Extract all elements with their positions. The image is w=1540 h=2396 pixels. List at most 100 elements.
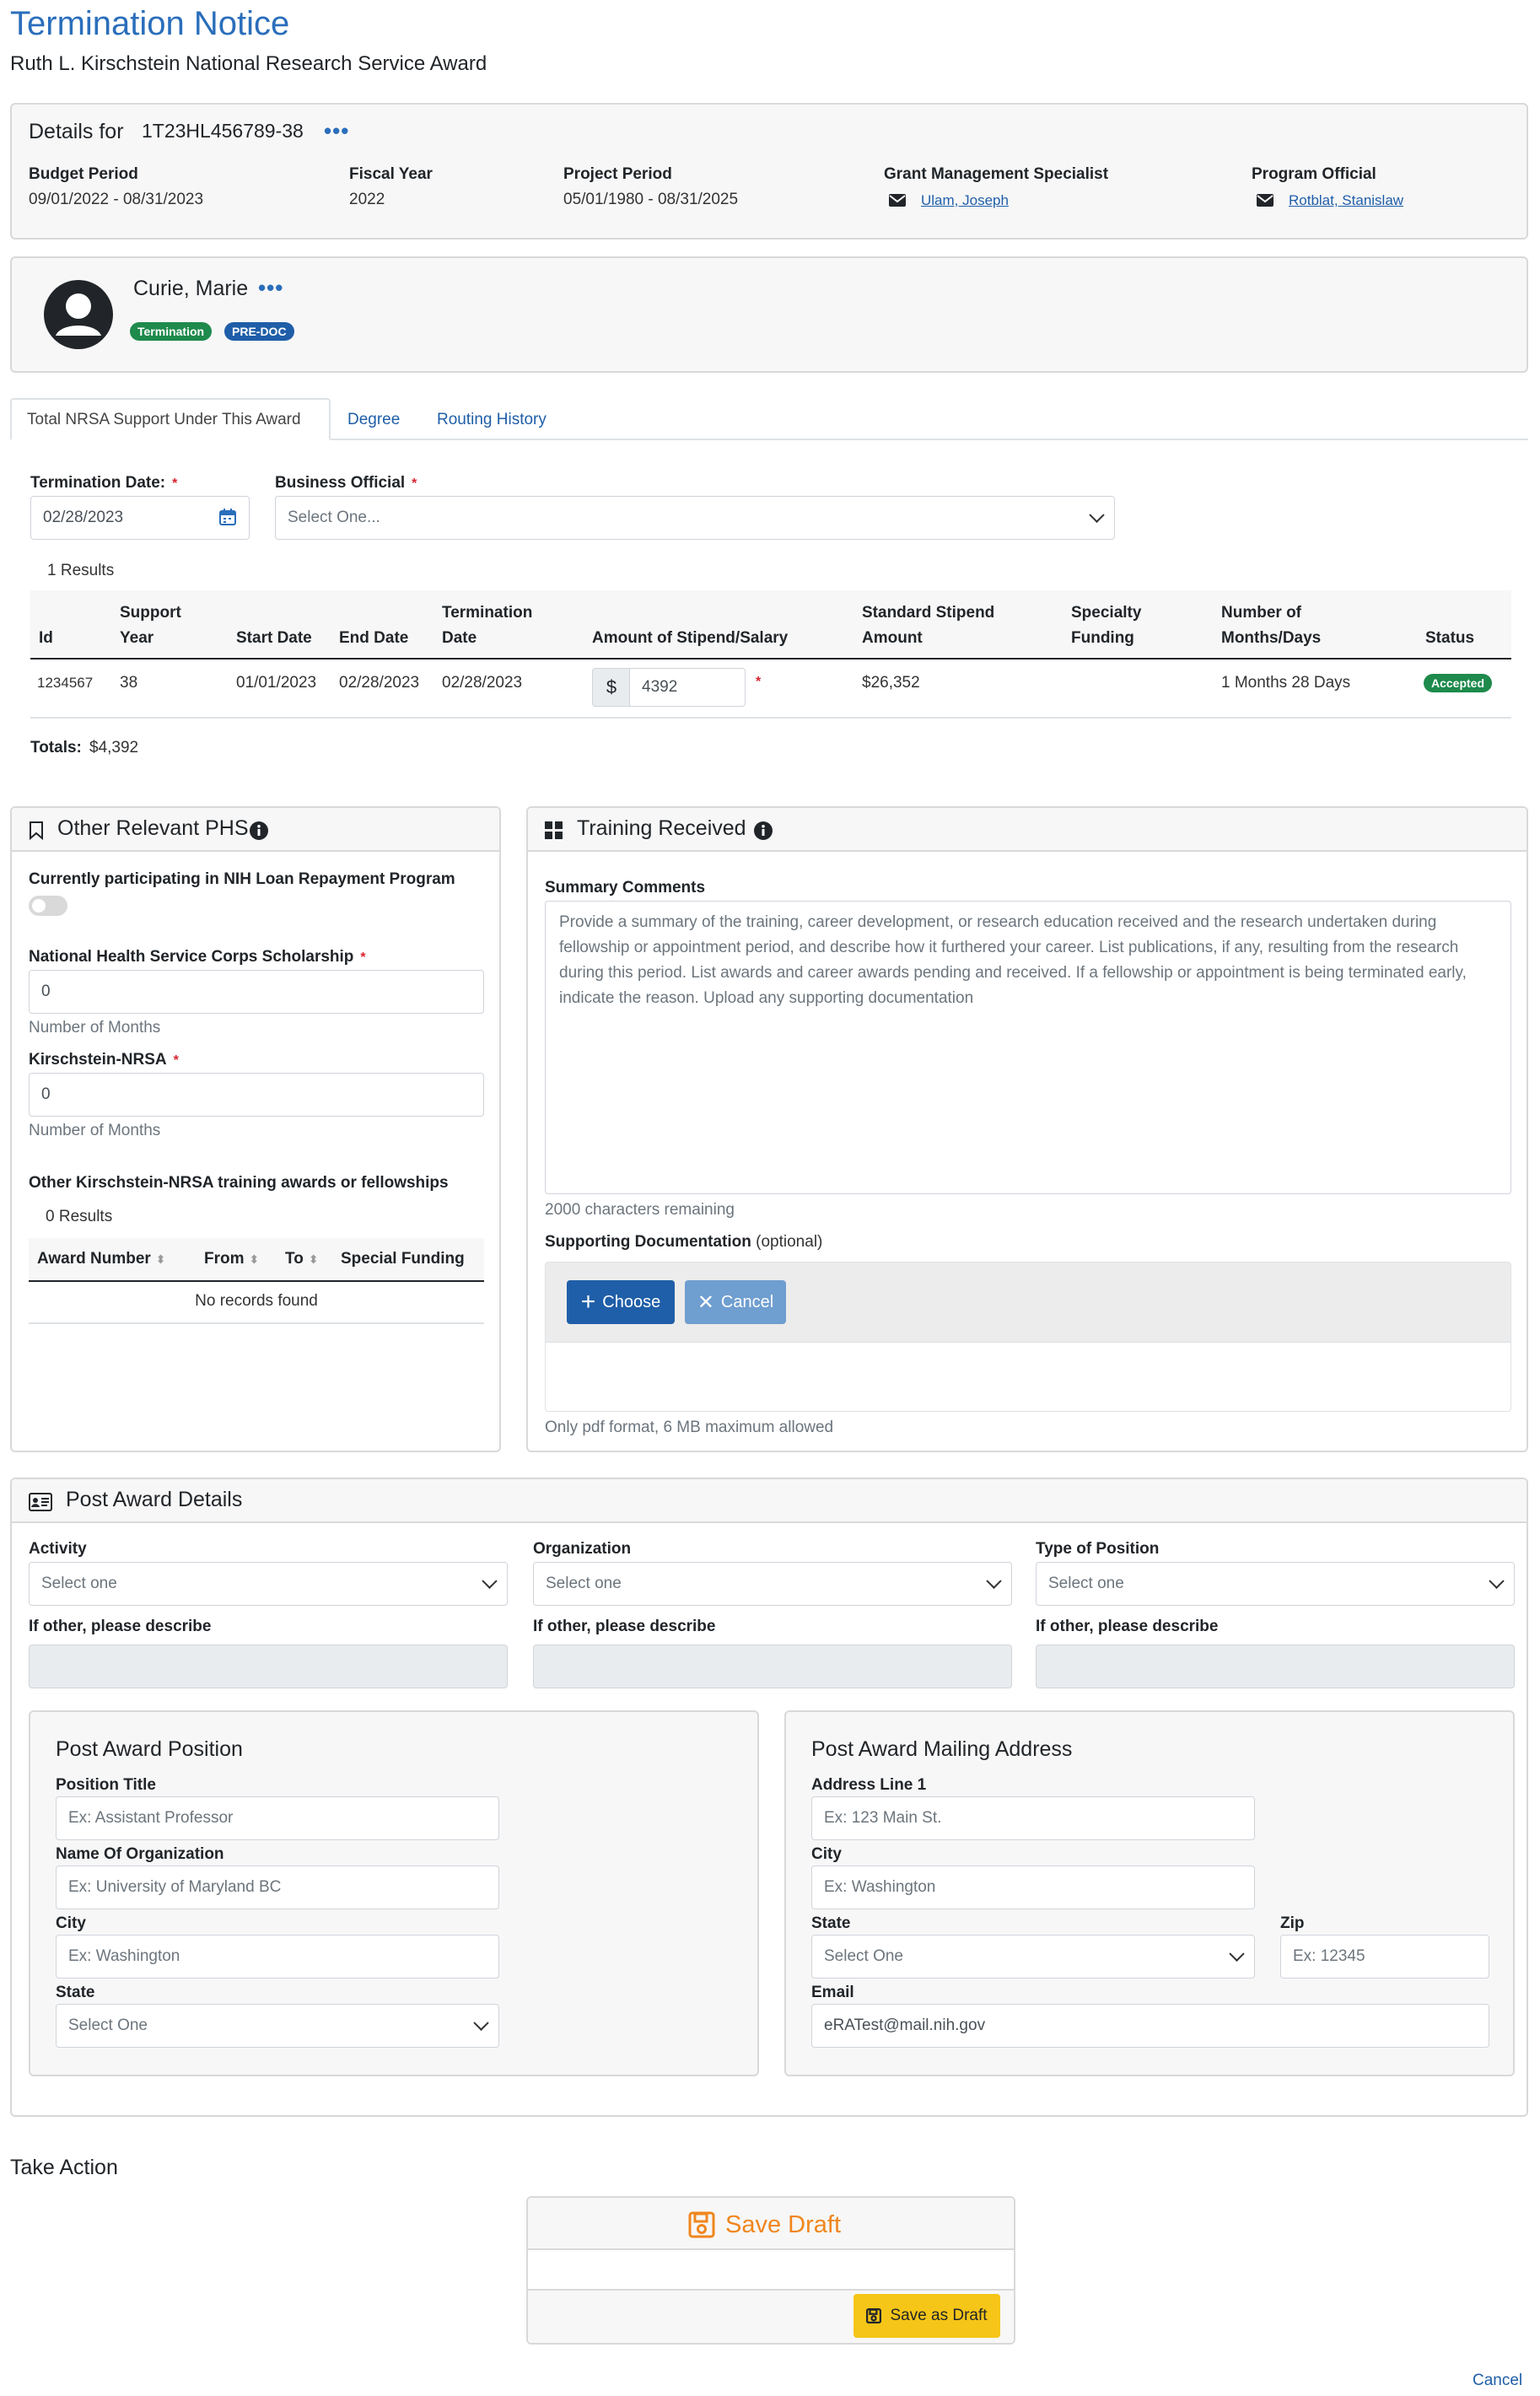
activity-select[interactable]: Select one <box>29 1562 508 1606</box>
tab-total-nrsa-support-label: Total NRSA Support Under This Award <box>27 411 301 428</box>
address-line1-label: Address Line 1 <box>811 1776 927 1794</box>
position-city-input[interactable]: Ex: Washington <box>56 1935 499 1979</box>
row-termination-date: 02/28/2023 <box>442 674 523 692</box>
position-title-input[interactable]: Ex: Assistant Professor <box>56 1796 499 1840</box>
other-awards-results-count: 0 Results <box>46 1208 113 1225</box>
termination-date-label: Termination Date: * <box>30 474 178 492</box>
type-other-input <box>1036 1645 1515 1688</box>
totals-label: Totals: <box>30 739 82 756</box>
zip-input[interactable]: Ex: 12345 <box>1280 1935 1489 1979</box>
bookmark-icon <box>30 821 43 840</box>
mailing-state-value: Select One <box>824 1947 903 1965</box>
post-award-title: Post Award Details <box>66 1488 243 1511</box>
nhsc-help-text: Number of Months <box>29 1019 161 1036</box>
save-draft-panel: Save Draft Save as Draft <box>526 2196 1015 2345</box>
col-amount: Amount of Stipend/Salary <box>592 629 789 647</box>
nrsa-months-input[interactable]: 0 <box>29 1073 484 1117</box>
sort-icon: ⬍ <box>249 1252 260 1266</box>
col-end-date: End Date <box>339 629 409 647</box>
grant-more-menu-icon[interactable]: ••• <box>324 120 349 142</box>
type-of-position-select[interactable]: Select one <box>1036 1562 1515 1606</box>
chevron-down-icon <box>482 1573 498 1589</box>
nrsa-label: Kirschstein-NRSA * <box>29 1051 179 1069</box>
training-received-card: Training Received Summary Comments Provi… <box>526 806 1528 1452</box>
supporting-docs-label: Supporting Documentation (optional) <box>545 1233 823 1251</box>
post-award-details-card: Post Award Details Activity Select one I… <box>10 1478 1528 2117</box>
summary-comments-placeholder: Provide a summary of the training, caree… <box>559 913 1467 1007</box>
post-award-position-title: Post Award Position <box>56 1737 243 1761</box>
calendar-icon[interactable] <box>219 509 236 525</box>
table-row-divider <box>30 717 1511 719</box>
details-prefix: Details for <box>29 120 124 143</box>
stipend-amount-value: 4392 <box>642 678 678 696</box>
row-support-year: 38 <box>120 674 138 692</box>
currency-addon: $ <box>592 668 631 707</box>
phs-title: Other Relevant PHS <box>57 816 249 840</box>
summary-comments-textarea[interactable]: Provide a summary of the training, caree… <box>545 901 1511 1194</box>
budget-period-value: 09/01/2022 - 08/31/2023 <box>29 191 204 208</box>
organization-label: Organization <box>533 1540 632 1558</box>
loan-repayment-toggle[interactable] <box>29 896 67 916</box>
nhsc-months-value: 0 <box>41 983 51 1000</box>
mailing-city-input[interactable]: Ex: Washington <box>811 1866 1255 1909</box>
cancel-link[interactable]: Cancel <box>1473 2372 1522 2390</box>
trainee-more-menu-icon[interactable]: ••• <box>258 277 283 299</box>
email-label: Email <box>811 1984 854 2001</box>
tab-degree[interactable]: Degree <box>347 411 400 429</box>
info-icon[interactable] <box>250 821 268 840</box>
position-city-label: City <box>56 1914 86 1932</box>
other-relevant-phs-card: Other Relevant PHS Currently participati… <box>10 806 501 1452</box>
mailing-city-placeholder: Ex: Washington <box>824 1878 936 1896</box>
address-line1-input[interactable]: Ex: 123 Main St. <box>811 1796 1255 1840</box>
activity-other-label: If other, please describe <box>29 1618 212 1635</box>
col-to[interactable]: To ⬍ <box>285 1246 319 1272</box>
info-icon[interactable] <box>754 821 773 840</box>
table-row: 1234567 38 01/01/2023 02/28/2023 02/28/2… <box>30 660 1511 717</box>
org-name-placeholder: Ex: University of Maryland BC <box>68 1878 282 1896</box>
project-period-label: Project Period <box>563 165 672 183</box>
mailing-city-label: City <box>811 1845 842 1863</box>
organization-value: Select one <box>546 1575 622 1592</box>
termination-badge: Termination <box>130 322 213 341</box>
upload-help-text: Only pdf format, 6 MB maximum allowed <box>545 1419 834 1436</box>
fiscal-year-value: 2022 <box>349 191 385 208</box>
nrsa-months-value: 0 <box>41 1085 51 1103</box>
save-as-draft-button[interactable]: Save as Draft <box>853 2294 1000 2338</box>
other-awards-row-divider <box>29 1322 484 1324</box>
take-action-title: Take Action <box>10 2156 118 2179</box>
program-official-email-link[interactable]: Rotblat, Stanislaw <box>1289 192 1403 209</box>
col-from[interactable]: From ⬍ <box>204 1246 259 1272</box>
col-award-number[interactable]: Award Number ⬍ <box>37 1246 166 1272</box>
position-state-select[interactable]: Select One <box>56 2004 499 2048</box>
email-input[interactable]: eRATest@mail.nih.gov <box>811 2004 1489 2048</box>
chevron-down-icon <box>1489 1573 1505 1589</box>
gms-email-link[interactable]: Ulam, Joseph <box>921 192 1009 209</box>
budget-period-label: Budget Period <box>29 165 138 183</box>
close-icon: ✕ <box>697 1290 714 1314</box>
col-support-year: Support Year <box>120 604 181 647</box>
floppy-disk-icon <box>866 2308 882 2323</box>
stipend-amount-input[interactable]: 4392 <box>629 668 746 707</box>
other-awards-label: Other Kirschstein-NRSA training awards o… <box>29 1174 449 1192</box>
termination-date-input[interactable]: 02/28/2023 <box>30 496 250 540</box>
org-name-input[interactable]: Ex: University of Maryland BC <box>56 1866 499 1909</box>
row-id: 1234567 <box>37 675 94 691</box>
org-name-label: Name Of Organization <box>56 1845 224 1863</box>
upload-dropzone[interactable] <box>545 1343 1511 1412</box>
nhsc-months-input[interactable]: 0 <box>29 970 484 1014</box>
envelope-icon <box>1257 194 1273 207</box>
nrsa-help-text: Number of Months <box>29 1122 161 1139</box>
zip-placeholder: Ex: 12345 <box>1293 1947 1365 1965</box>
project-period-value: 05/01/1980 - 08/31/2025 <box>563 191 739 208</box>
business-official-select[interactable]: Select One... <box>275 496 1115 540</box>
choose-button[interactable]: + Choose <box>567 1280 675 1324</box>
mailing-state-select[interactable]: Select One <box>811 1935 1255 1979</box>
col-months-days: Number of Months/Days <box>1221 604 1322 647</box>
organization-select[interactable]: Select one <box>533 1562 1012 1606</box>
col-standard-stipend: Standard Stipend Amount <box>862 604 995 647</box>
cancel-upload-button[interactable]: ✕ Cancel <box>685 1280 786 1324</box>
sort-icon: ⬍ <box>308 1252 319 1266</box>
tab-routing-history[interactable]: Routing History <box>437 411 547 429</box>
row-start-date: 01/01/2023 <box>236 674 317 692</box>
empty-table-message: No records found <box>195 1292 318 1310</box>
